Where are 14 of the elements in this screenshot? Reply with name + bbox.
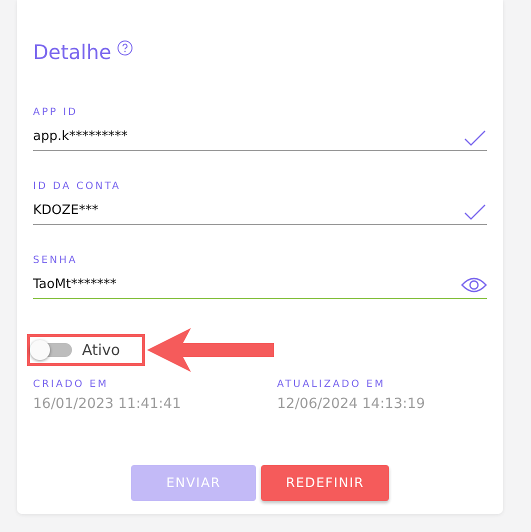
help-icon[interactable] <box>117 40 134 56</box>
input-field[interactable]: app.k********* <box>33 124 487 151</box>
eye-icon[interactable] <box>461 275 487 295</box>
input-field[interactable]: TaoMt******* <box>33 272 487 299</box>
toggle-label: Ativo <box>82 341 120 359</box>
input-field[interactable]: KDOZE*** <box>33 198 487 225</box>
date-label: ATUALIZADO EM <box>277 378 386 392</box>
date-value: 12/06/2024 14:13:19 <box>277 396 426 412</box>
date-label: CRIADO EM <box>33 378 110 392</box>
section-title: Detalhe <box>33 40 112 64</box>
field-label: ID DA CONTA <box>33 180 122 193</box>
field-label: APP ID <box>33 106 79 119</box>
date-value: 16/01/2023 11:41:41 <box>33 396 182 412</box>
field-label: SENHA <box>33 254 79 267</box>
